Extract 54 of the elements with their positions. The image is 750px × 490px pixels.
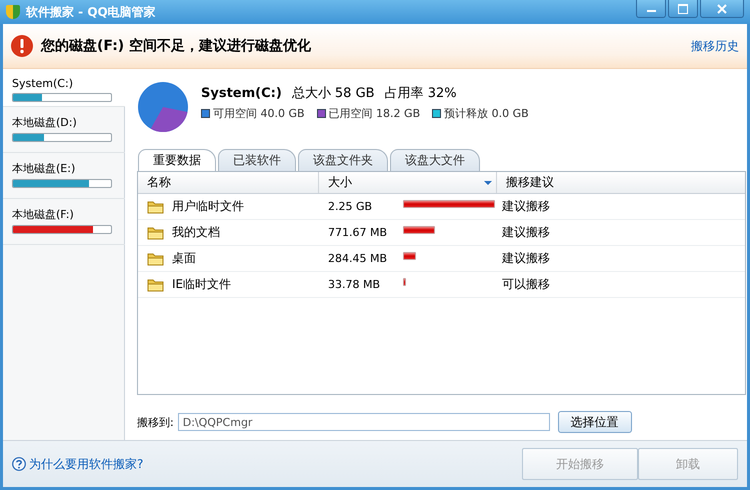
disk-item[interactable]: 本地磁盘(D:) [3,107,125,153]
disk-name: System(C:) [201,86,282,101]
minimize-button[interactable] [636,0,666,18]
size-bar [403,226,435,234]
usage-rate: 占用率 32% [384,85,457,102]
table-cell: 建议搬移 [502,198,550,215]
folder-icon [147,278,164,292]
size-bar [403,252,416,260]
folder-icon [147,226,164,240]
path-field[interactable]: D:\QQPCmgr [178,413,550,431]
close-button[interactable] [700,0,744,18]
disk-item[interactable]: System(C:) [3,69,125,107]
table-cell: 我的文档 [172,224,220,241]
shield-icon [6,5,20,19]
sort-arrow-icon[interactable] [484,180,492,184]
disk-item[interactable]: 本地磁盘(E:) [3,153,125,199]
table-cell: 可以搬移 [502,276,550,293]
minimize-icon [646,10,656,12]
table-cell: 用户临时文件 [172,198,244,215]
tab[interactable]: 已装软件 [218,149,296,171]
maximize-icon [678,4,688,14]
alert-message: 您的磁盘(F:) 空间不足，建议进行磁盘优化 [41,37,312,55]
window-title: 软件搬家 - QQ电脑管家 [26,4,156,20]
table-cell: IE临时文件 [172,276,232,293]
table-cell: 建议搬移 [502,250,550,267]
column-header[interactable]: 大小 [319,172,497,193]
table-cell-text: 284.45 MB [328,252,388,265]
disk-item[interactable]: 本地磁盘(F:) [3,199,125,245]
folder-icon [147,252,164,266]
column-header[interactable]: 名称 [138,172,319,193]
pie-chart-icon [137,81,189,133]
column-header[interactable]: 搬移建议 [497,172,745,193]
table-cell-text: 33.78 MB [328,278,382,291]
legend-label: 可用空间 40.0 GB [213,106,305,121]
legend-label: 预计释放 0.0 GB [444,106,529,121]
choose-location-button[interactable]: 选择位置 [558,411,632,433]
table-cell: 建议搬移 [502,224,550,241]
history-link[interactable]: 搬移历史 [691,38,739,54]
table-cell-text: 771.67 MB [328,226,388,239]
folder-icon [147,200,164,214]
tab[interactable]: 该盘文件夹 [298,149,388,171]
size-bar [403,278,406,286]
legend-label: 已用空间 18.2 GB [328,106,420,121]
tab[interactable]: 重要数据 [138,149,216,171]
help-link[interactable]: 为什么要用软件搬家? [29,456,144,472]
table-cell-text: 2.25 GB [328,200,374,213]
total-size: 总大小 58 GB [292,85,375,102]
tab[interactable]: 该盘大文件 [390,149,480,171]
move-to-label: 搬移到: [137,414,174,430]
table-cell: 桌面 [172,250,196,267]
help-icon [12,457,26,471]
maximize-button[interactable] [668,0,698,18]
close-icon [717,4,727,14]
warning-icon [11,35,33,57]
